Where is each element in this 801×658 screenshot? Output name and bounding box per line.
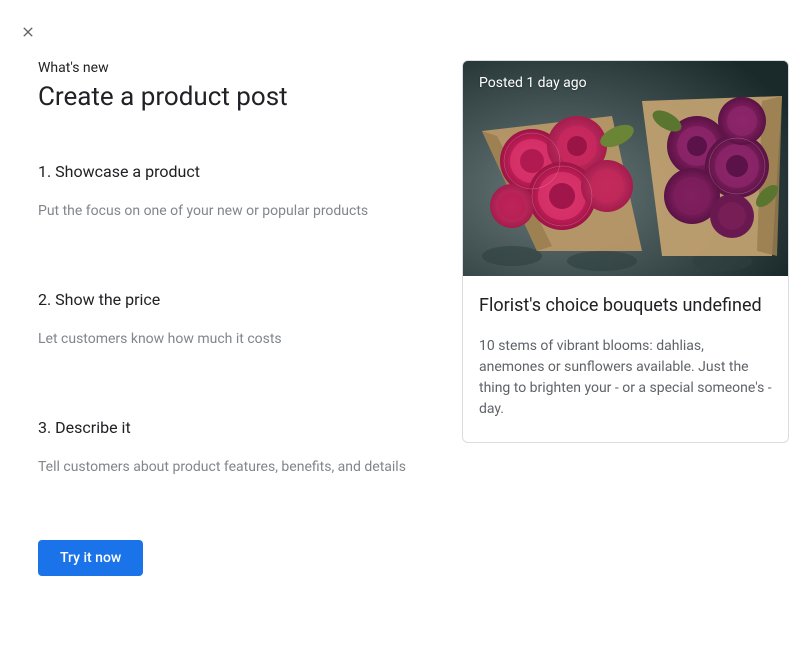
step-3: 3. Describe it Tell customers about prod… <box>38 418 418 478</box>
card-image: Posted 1 day ago <box>463 61 788 276</box>
try-it-now-button[interactable]: Try it now <box>38 540 143 576</box>
close-icon <box>20 24 36 40</box>
card-body: Florist's choice bouquets undefined 10 s… <box>463 276 788 442</box>
step-description: Let customers know how much it costs <box>38 329 418 350</box>
step-description: Tell customers about product features, b… <box>38 457 418 478</box>
posted-timestamp: Posted 1 day ago <box>479 75 587 91</box>
flowers-image <box>463 61 788 276</box>
step-title: 1. Showcase a product <box>38 162 418 181</box>
step-description: Put the focus on one of your new or popu… <box>38 201 418 222</box>
step-title: 2. Show the price <box>38 290 418 309</box>
page-title: Create a product post <box>38 82 418 112</box>
card-description: 10 stems of vibrant blooms: dahlias, ane… <box>479 336 772 420</box>
close-button[interactable] <box>16 20 40 44</box>
preview-card: Posted 1 day ago Florist's choice bouque… <box>462 60 789 443</box>
card-title: Florist's choice bouquets undefined <box>479 294 772 318</box>
step-1: 1. Showcase a product Put the focus on o… <box>38 162 418 222</box>
step-2: 2. Show the price Let customers know how… <box>38 290 418 350</box>
step-title: 3. Describe it <box>38 418 418 437</box>
instructions-panel: What's new Create a product post 1. Show… <box>38 60 418 576</box>
eyebrow-label: What's new <box>38 60 418 76</box>
